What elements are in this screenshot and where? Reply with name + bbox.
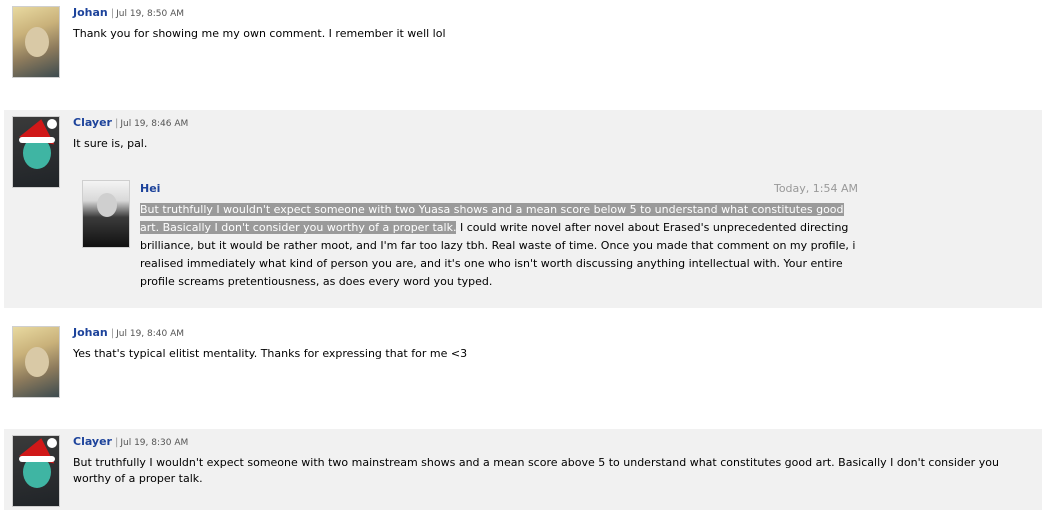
quote-text: But truthfully I wouldn't expect someone… [140,201,858,291]
comment-item: Johan | Jul 19, 8:40 AM Yes that's typical… [4,320,1042,424]
meta-separator: | [114,437,119,448]
hat-pompom [47,119,57,129]
comment-text: Yes that's typical elitist mentality. Th… [73,347,468,360]
avatar[interactable] [12,6,60,78]
avatar[interactable] [12,326,60,398]
comment-item: Clayer | Jul 19, 8:46 AM It sure is, pal. … [4,110,1042,308]
comment-text: But truthfully I wouldn't expect someone… [73,456,999,485]
comment-date: Jul 19, 8:50 AM [116,9,185,19]
avatar[interactable] [12,435,60,507]
comment-date: Jul 19, 8:46 AM [120,119,189,129]
avatar[interactable] [12,116,60,188]
hat-pompom [47,438,57,448]
meta-separator: | [114,118,119,129]
meta-separator: | [110,8,115,19]
comment-item: Johan | Jul 19, 8:50 AM Thank you for show… [4,0,1042,104]
comment-date: Jul 19, 8:30 AM [120,438,189,448]
comment-username[interactable]: Johan [73,6,108,19]
avatar[interactable] [82,180,130,248]
quote-username[interactable]: Hei [140,182,160,195]
comment-username[interactable]: Clayer [73,435,112,448]
hat-rim [19,456,55,462]
comment-text: It sure is, pal. [73,137,148,150]
comment-username[interactable]: Clayer [73,116,112,129]
comment-item: Clayer | Jul 19, 8:30 AM But truthfully I … [4,429,1042,510]
meta-separator: | [110,328,115,339]
comment-date: Jul 19, 8:40 AM [116,329,185,339]
comment-text: Thank you for showing me my own comment.… [73,27,446,40]
quote-date: Today, 1:54 AM [773,182,858,195]
hat-rim [19,137,55,143]
comment-username[interactable]: Johan [73,326,108,339]
